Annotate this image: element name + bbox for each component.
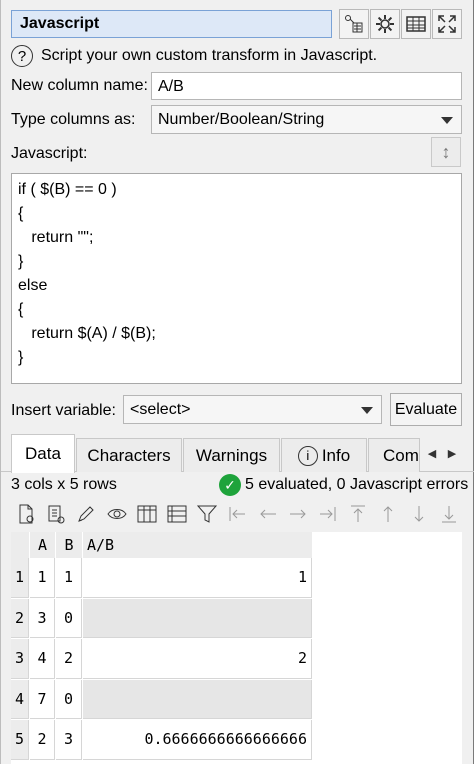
first-col-icon[interactable]	[224, 501, 250, 527]
cell-ab[interactable]	[83, 598, 312, 638]
gear-icon[interactable]	[370, 9, 400, 39]
insert-variable-label: Insert variable:	[11, 402, 116, 419]
chevron-down-icon	[361, 407, 373, 414]
cell-a[interactable]: 7	[30, 679, 55, 719]
cell-ab[interactable]: 0.6666666666666666	[83, 720, 312, 760]
info-icon: i	[297, 445, 318, 466]
help-text: Script your own custom transform in Java…	[41, 47, 378, 64]
row-number[interactable]: 2	[11, 598, 29, 638]
grid-shape-text: 3 cols x 5 rows	[11, 476, 117, 493]
eye-icon[interactable]	[104, 501, 130, 527]
row-number[interactable]: 3	[11, 639, 29, 679]
panel-title[interactable]: Javascript	[11, 10, 332, 38]
javascript-editor[interactable]: if ( $(B) == 0 ) { return ""; } else { r…	[11, 173, 462, 384]
last-col-icon[interactable]	[315, 501, 341, 527]
evaluation-status: ✓ 5 evaluated, 0 Javascript errors	[219, 474, 468, 496]
cell-b[interactable]: 0	[56, 598, 82, 638]
type-columns-value: Number/Boolean/String	[158, 111, 325, 128]
table-icon[interactable]	[401, 9, 431, 39]
cell-a[interactable]: 2	[30, 720, 55, 760]
help-row: ? Script your own custom transform in Ja…	[11, 44, 377, 68]
chevron-down-icon	[441, 117, 453, 124]
up-row-icon[interactable]	[375, 501, 401, 527]
insert-variable-value: <select>	[130, 401, 191, 418]
new-column-label: New column name:	[11, 77, 148, 94]
new-column-input[interactable]: A/B	[151, 72, 462, 100]
bottom-row-icon[interactable]	[436, 501, 462, 527]
cell-b[interactable]: 1	[56, 558, 82, 598]
pencil-icon[interactable]	[73, 501, 99, 527]
cell-b[interactable]: 2	[56, 639, 82, 679]
cell-b[interactable]: 0	[56, 679, 82, 719]
paste-icon[interactable]	[43, 501, 69, 527]
type-columns-select[interactable]: Number/Boolean/String	[151, 105, 462, 134]
cell-b[interactable]: 3	[56, 720, 82, 760]
transform-panel: Javascript ? Script your own custom tran…	[0, 0, 474, 764]
javascript-label: Javascript:	[11, 145, 88, 162]
type-columns-label: Type columns as:	[11, 111, 136, 128]
cell-a[interactable]: 1	[30, 558, 55, 598]
row-number[interactable]: 4	[11, 679, 29, 719]
tab-data[interactable]: Data	[11, 434, 75, 473]
prev-col-icon[interactable]	[255, 501, 281, 527]
tab-info[interactable]: i Info	[281, 438, 367, 472]
tab-scroll-right-icon[interactable]: ▶	[443, 436, 461, 470]
next-col-icon[interactable]	[285, 501, 311, 527]
tab-scroll-left-icon[interactable]: ◀	[423, 436, 441, 470]
columns-icon[interactable]	[134, 501, 160, 527]
cell-a[interactable]: 4	[30, 639, 55, 679]
tab-bar: Data Characters Warnings iInfo Comm	[1, 434, 474, 473]
tab-warnings[interactable]: Warnings	[183, 438, 280, 472]
column-header-a[interactable]: A	[30, 532, 55, 558]
help-icon[interactable]: ?	[11, 45, 33, 67]
evaluate-button[interactable]: Evaluate	[390, 393, 462, 426]
new-doc-icon[interactable]	[13, 501, 39, 527]
cell-ab[interactable]: 2	[83, 639, 312, 679]
row-number[interactable]: 5	[11, 720, 29, 760]
filter-icon[interactable]	[194, 501, 220, 527]
data-grid: A B A/B 1 1 1 1 2 3 0 3 4 2 2 4 7 0 5 2 3 0.6666666666666…	[11, 532, 462, 764]
down-row-icon[interactable]	[406, 501, 432, 527]
cell-ab[interactable]: 1	[83, 558, 312, 598]
grid-corner	[11, 532, 29, 558]
insert-variable-select[interactable]: <select>	[123, 395, 382, 424]
tab-comments[interactable]: Comm	[368, 438, 420, 472]
formula-icon[interactable]	[339, 9, 369, 39]
tab-characters[interactable]: Characters	[76, 438, 182, 472]
column-header-ab[interactable]: A/B	[83, 532, 312, 558]
evaluation-summary: 5 evaluated, 0 Javascript errors	[245, 476, 469, 493]
cell-a[interactable]: 3	[30, 598, 55, 638]
column-header-b[interactable]: B	[56, 532, 82, 558]
top-row-icon[interactable]	[345, 501, 371, 527]
row-number[interactable]: 1	[11, 558, 29, 598]
rows-icon[interactable]	[164, 501, 190, 527]
cell-ab[interactable]	[83, 679, 312, 719]
expand-icon[interactable]	[432, 9, 462, 39]
check-icon: ✓	[219, 474, 241, 496]
resize-vertical-icon[interactable]: ↕	[431, 137, 461, 167]
